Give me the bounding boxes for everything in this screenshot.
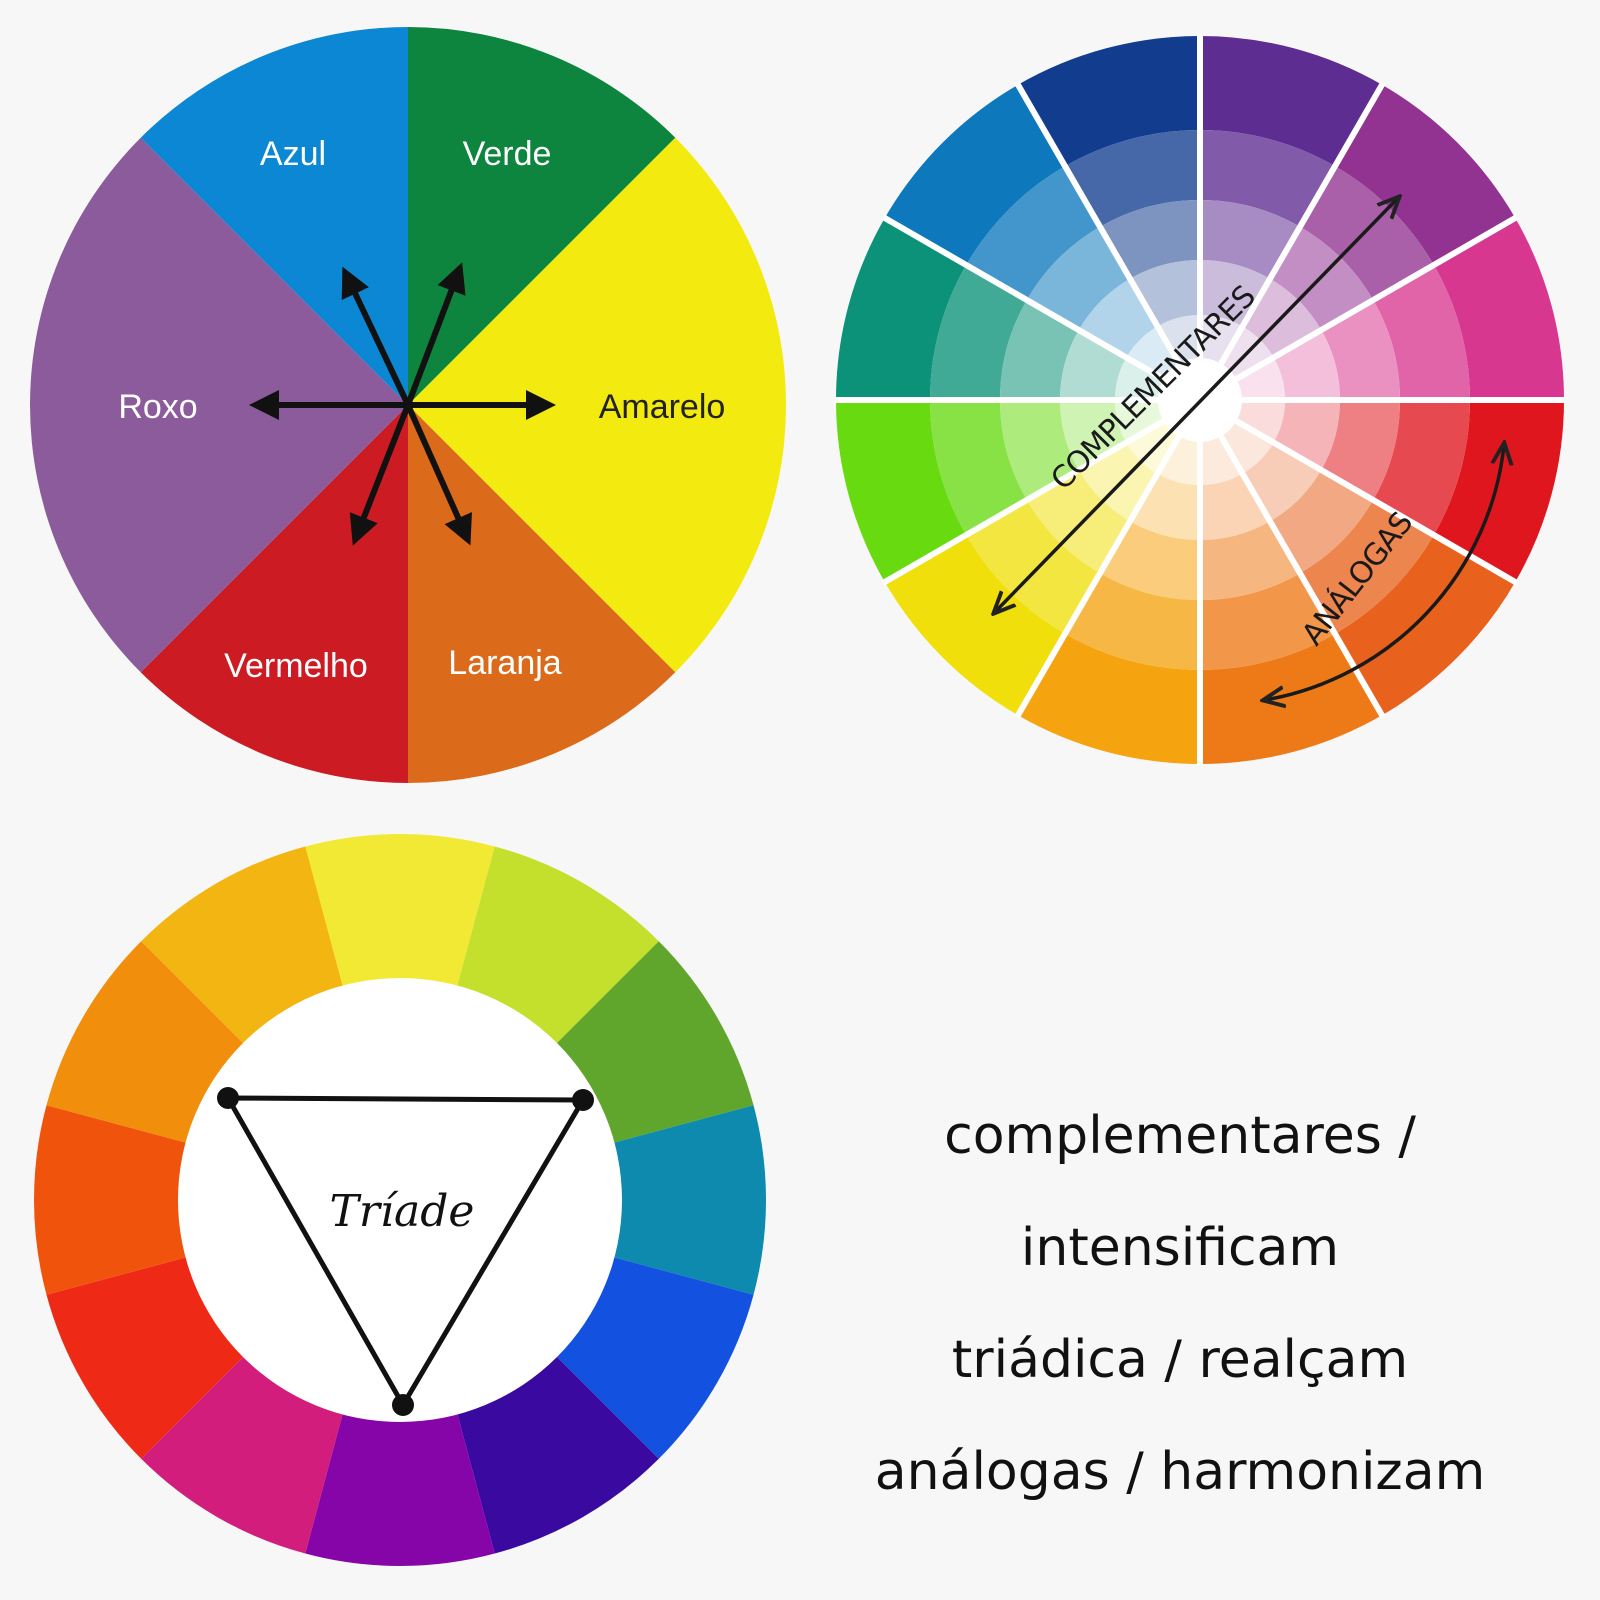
label-verde: Verde (463, 135, 552, 173)
triad-point-right (572, 1089, 594, 1111)
caption-complementares: complementares / intensificam (944, 1106, 1416, 1278)
tonal-color-wheel: COMPLEMENTARES ANÁLOGAS (834, 34, 1566, 766)
harmony-captions: complementares / intensificam triádica /… (800, 1080, 1560, 1528)
triade-label: Tríade (330, 1186, 475, 1237)
label-roxo: Roxo (118, 388, 197, 426)
triad-point-bottom (392, 1394, 414, 1416)
label-vermelho: Vermelho (224, 647, 368, 685)
label-azul: Azul (260, 135, 326, 173)
label-laranja: Laranja (448, 644, 562, 682)
triad-color-ring: Tríade (34, 834, 766, 1566)
caption-analogas: análogas / harmonizam (874, 1442, 1486, 1502)
triad-point-left (217, 1087, 239, 1109)
label-amarelo: Amarelo (599, 388, 726, 426)
caption-triadica: triádica / realçam (951, 1330, 1409, 1390)
primary-color-wheel: Azul Verde Roxo Amarelo Vermelho Laranja (30, 26, 786, 783)
